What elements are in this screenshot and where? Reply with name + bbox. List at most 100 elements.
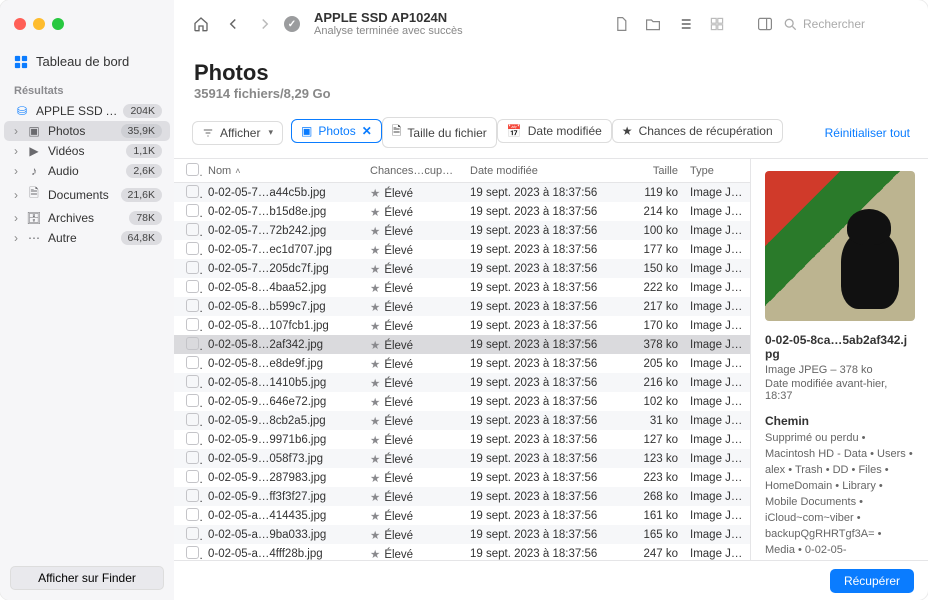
dashboard-link[interactable]: Tableau de bord [0,48,174,75]
row-checkbox[interactable] [186,432,199,445]
view-file-button[interactable] [608,11,634,37]
remove-chip-icon[interactable]: ✕ [362,124,372,138]
table-row[interactable]: 0-02-05-9…058f73.jpg ★Élevé 19 sept. 202… [174,449,750,468]
table-row[interactable]: 0-02-05-8…b599c7.jpg ★Élevé 19 sept. 202… [174,297,750,316]
table-row[interactable]: 0-02-05-9…646e72.jpg ★Élevé 19 sept. 202… [174,392,750,411]
row-checkbox[interactable] [186,280,199,293]
table-row[interactable]: 0-02-05-a…4fff28b.jpg ★Élevé 19 sept. 20… [174,544,750,560]
page-subtitle: 35914 fichiers/8,29 Go [194,86,908,101]
table-body[interactable]: 0-02-05-7…a44c5b.jpg ★Élevé 19 sept. 202… [174,183,750,560]
table-row[interactable]: 0-02-05-a…9ba033.jpg ★Élevé 19 sept. 202… [174,525,750,544]
table-row[interactable]: 0-02-05-8…4baa52.jpg ★Élevé 19 sept. 202… [174,278,750,297]
column-size[interactable]: Taille [624,165,684,177]
search-field[interactable]: Rechercher [784,17,914,31]
row-checkbox[interactable] [186,527,199,540]
cell-type: Image JP… [684,529,750,541]
table-row[interactable]: 0-02-05-9…ff3f3f27.jpg ★Élevé 19 sept. 2… [174,487,750,506]
home-button[interactable] [188,11,214,37]
back-button[interactable] [220,11,246,37]
cell-chance: ★Élevé [364,547,464,561]
cell-size: 161 ko [624,510,684,522]
cell-size: 150 ko [624,263,684,275]
row-checkbox[interactable] [186,470,199,483]
star-icon: ★ [370,283,380,295]
sidebar-device[interactable]: ⛁ APPLE SSD AP1… 204K [4,101,170,121]
fullscreen-window-button[interactable] [52,18,64,30]
filter-chip-0[interactable]: ▣Photos✕ [291,119,382,143]
cell-type: Image JP… [684,320,750,332]
toggle-preview-button[interactable] [752,11,778,37]
row-checkbox[interactable] [186,356,199,369]
cell-name: 0-02-05-7…ec1d707.jpg [202,244,364,256]
column-type[interactable]: Type [684,165,750,177]
disk-icon: ⛁ [14,104,30,118]
cell-date: 19 sept. 2023 à 18:37:56 [464,377,624,389]
row-checkbox[interactable] [186,299,199,312]
close-window-button[interactable] [14,18,26,30]
row-checkbox[interactable] [186,185,199,198]
table-row[interactable]: 0-02-05-9…287983.jpg ★Élevé 19 sept. 202… [174,468,750,487]
table-row[interactable]: 0-02-05-8…e8de9f.jpg ★Élevé 19 sept. 202… [174,354,750,373]
cell-chance: ★Élevé [364,471,464,485]
cell-date: 19 sept. 2023 à 18:37:56 [464,263,624,275]
row-checkbox[interactable] [186,337,199,350]
category-icon: 🗄 [26,211,42,225]
row-checkbox[interactable] [186,413,199,426]
table-row[interactable]: 0-02-05-9…8cb2a5.jpg ★Élevé 19 sept. 202… [174,411,750,430]
preview-meta-type: Image JPEG – 378 ko [765,364,914,376]
select-all-checkbox[interactable] [186,163,199,176]
table-row[interactable]: 0-02-05-a…414435.jpg ★Élevé 19 sept. 202… [174,506,750,525]
column-name[interactable]: Nom˄ [202,165,364,177]
row-checkbox[interactable] [186,546,199,559]
column-chance[interactable]: Chances…cupération [364,165,464,177]
cell-size: 247 ko [624,548,684,560]
sidebar-item-documents[interactable]: › 🗎 Documents 21,6K [4,181,170,208]
minimize-window-button[interactable] [33,18,45,30]
view-folder-button[interactable] [640,11,666,37]
table-row[interactable]: 0-02-05-8…107fcb1.jpg ★Élevé 19 sept. 20… [174,316,750,335]
row-checkbox[interactable] [186,489,199,502]
cell-name: 0-02-05-8…2af342.jpg [202,339,364,351]
row-checkbox[interactable] [186,261,199,274]
show-filter-button[interactable]: Afficher ▾ [192,121,283,145]
cell-type: Image JP… [684,339,750,351]
row-checkbox[interactable] [186,204,199,217]
row-checkbox[interactable] [186,318,199,331]
table-row[interactable]: 0-02-05-7…205dc7f.jpg ★Élevé 19 sept. 20… [174,259,750,278]
forward-button[interactable] [252,11,278,37]
filter-chip-3[interactable]: ★Chances de récupération [612,119,783,143]
sidebar-item-autre[interactable]: › ⋯ Autre 64,8K [4,228,170,248]
view-list-button[interactable] [672,11,698,37]
recover-button[interactable]: Récupérer [830,569,914,593]
row-checkbox[interactable] [186,242,199,255]
table-row[interactable]: 0-02-05-7…72b242.jpg ★Élevé 19 sept. 202… [174,221,750,240]
cell-size: 222 ko [624,282,684,294]
category-icon: 🗎 [26,184,42,205]
column-date[interactable]: Date modifiée [464,165,624,177]
table-row[interactable]: 0-02-05-7…b15d8e.jpg ★Élevé 19 sept. 202… [174,202,750,221]
table-row[interactable]: 0-02-05-9…9971b6.jpg ★Élevé 19 sept. 202… [174,430,750,449]
table-row[interactable]: 0-02-05-8…1410b5.jpg ★Élevé 19 sept. 202… [174,373,750,392]
cell-name: 0-02-05-7…a44c5b.jpg [202,187,364,199]
filter-chip-1[interactable]: 🗎Taille du fichier [382,117,497,148]
row-checkbox[interactable] [186,375,199,388]
view-grid-button[interactable] [704,11,730,37]
row-checkbox[interactable] [186,508,199,521]
chevron-right-icon: › [14,211,24,225]
filter-chip-2[interactable]: 📅Date modifiée [497,119,612,143]
cell-chance: ★Élevé [364,224,464,238]
star-icon: ★ [370,416,380,428]
sidebar-item-vidéos[interactable]: › ▶ Vidéos 1,1K [4,141,170,161]
row-checkbox[interactable] [186,223,199,236]
sidebar-item-audio[interactable]: › ♪ Audio 2,6K [4,161,170,181]
sidebar-item-archives[interactable]: › 🗄 Archives 78K [4,208,170,228]
table-row[interactable]: 0-02-05-8…2af342.jpg ★Élevé 19 sept. 202… [174,335,750,354]
cell-chance: ★Élevé [364,186,464,200]
show-in-finder-button[interactable]: Afficher sur Finder [10,566,164,590]
sidebar-item-photos[interactable]: › ▣ Photos 35,9K [4,121,170,141]
row-checkbox[interactable] [186,394,199,407]
table-row[interactable]: 0-02-05-7…ec1d707.jpg ★Élevé 19 sept. 20… [174,240,750,259]
table-row[interactable]: 0-02-05-7…a44c5b.jpg ★Élevé 19 sept. 202… [174,183,750,202]
reset-filters-button[interactable]: Réinitialiser tout [825,126,910,140]
row-checkbox[interactable] [186,451,199,464]
